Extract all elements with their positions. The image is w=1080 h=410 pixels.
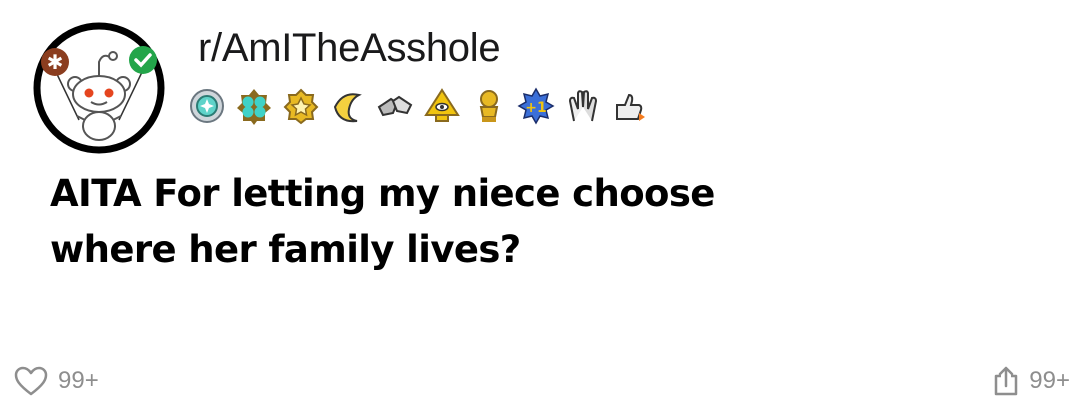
svg-text:✱: ✱ xyxy=(47,50,64,74)
like-count: 99+ xyxy=(58,367,99,394)
share-button[interactable]: 99+ xyxy=(993,366,1070,396)
svg-text:+1: +1 xyxy=(525,100,546,116)
subreddit-name[interactable]: r/AmITheAsshole xyxy=(198,26,501,71)
reddit-snoo-holding-balloons-icon: ✱ xyxy=(33,22,165,154)
banana-award-icon xyxy=(333,93,362,123)
awards-row: +1 xyxy=(188,87,649,125)
heart-icon xyxy=(14,366,48,396)
share-count: 99+ xyxy=(1029,367,1070,394)
gold-award-icon xyxy=(283,88,319,125)
all-seeing-upvote-award-icon xyxy=(424,88,460,122)
share-icon xyxy=(995,366,1018,396)
thumbs-up-rocket-award-icon xyxy=(616,93,645,121)
clapping-hands-award-icon xyxy=(568,90,598,122)
platinum-award-icon xyxy=(237,89,271,125)
plus-one-award-icon: +1 xyxy=(517,87,555,125)
like-button[interactable]: 99+ xyxy=(14,366,99,396)
fist-bump-award-icon xyxy=(377,95,413,117)
trophy-award-icon xyxy=(479,90,499,122)
post-title[interactable]: AITA For letting my niece choose where h… xyxy=(50,166,810,278)
subreddit-avatar[interactable]: ✱ xyxy=(33,22,165,154)
silver-award-icon xyxy=(190,89,224,123)
